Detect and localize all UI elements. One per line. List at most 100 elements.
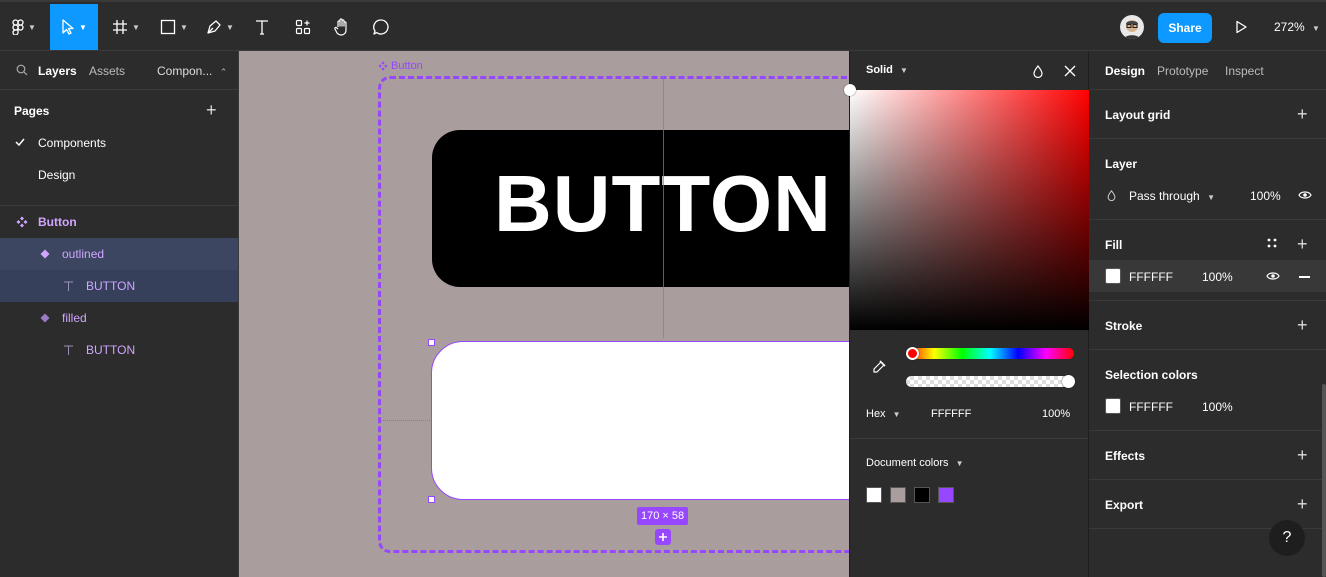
right-panel: Design Prototype Inspect Layout grid + L… (1089, 51, 1326, 577)
search-icon[interactable] (16, 64, 28, 76)
tab-layers[interactable]: Layers (38, 64, 77, 78)
tab-inspect[interactable]: Inspect (1225, 64, 1264, 78)
pages-title: Pages (14, 104, 50, 118)
eyedropper-icon[interactable] (872, 360, 886, 374)
blend-mode-dropdown[interactable]: Pass through ▼ (1129, 189, 1215, 203)
selection-colors-title: Selection colors (1105, 368, 1198, 382)
canvas[interactable]: Button BUTTON 170 × 58 (239, 51, 849, 577)
layer-row-text[interactable]: BUTTON (0, 270, 238, 302)
color-handle[interactable] (844, 84, 856, 96)
filled-button[interactable] (431, 341, 849, 500)
resize-handle[interactable] (428, 496, 435, 503)
hex-input[interactable]: FFFFFF (931, 408, 971, 420)
share-button[interactable]: Share (1158, 13, 1212, 43)
layer-row-button[interactable]: Button (0, 206, 238, 238)
add-page-icon[interactable]: + (206, 101, 217, 119)
comment-tool-button[interactable] (364, 4, 398, 50)
fill-type-label: Solid (866, 64, 893, 76)
text-icon (256, 20, 268, 35)
guide-horizontal (381, 420, 432, 421)
tab-design[interactable]: Design (1105, 64, 1145, 78)
resources-button[interactable] (286, 4, 320, 50)
add-export-icon[interactable]: + (1297, 495, 1308, 513)
close-icon[interactable] (1064, 65, 1076, 77)
variant-icon (40, 313, 50, 323)
blend-drop-icon (1107, 190, 1116, 201)
blend-drop-icon[interactable] (1033, 65, 1043, 78)
layout-grid-title: Layout grid (1105, 108, 1171, 122)
remove-fill-icon[interactable] (1299, 276, 1310, 278)
opacity-slider[interactable] (906, 376, 1074, 387)
stroke-title: Stroke (1105, 319, 1143, 333)
divider (1089, 89, 1326, 90)
zoom-dropdown[interactable]: 272% ▼ (1274, 20, 1320, 34)
outlined-button[interactable]: BUTTON (432, 130, 849, 287)
styles-grid-icon[interactable] (1267, 238, 1277, 248)
layer-label: filled (62, 311, 87, 325)
selection-color-swatch[interactable] (1105, 398, 1121, 414)
shape-tool-button[interactable]: ▼ (154, 4, 194, 50)
hand-tool-button[interactable] (326, 4, 358, 50)
user-avatar-icon (1120, 15, 1144, 39)
move-tool-button[interactable]: ▼ (50, 4, 98, 50)
present-button[interactable] (1226, 4, 1256, 50)
eye-icon[interactable] (1298, 190, 1312, 200)
divider (1089, 300, 1326, 301)
main-menu-button[interactable]: ▼ (6, 4, 42, 50)
chevron-down-icon: ▼ (892, 410, 901, 419)
divider (1089, 138, 1326, 139)
frame-tool-button[interactable]: ▼ (106, 4, 146, 50)
page-switcher[interactable]: Compon... ⌃ (157, 64, 227, 78)
add-stroke-icon[interactable]: + (1297, 316, 1308, 334)
opacity-input[interactable]: 100% (1042, 408, 1070, 420)
help-button[interactable]: ? (1269, 520, 1305, 556)
pen-tool-button[interactable]: ▼ (200, 4, 240, 50)
resize-handle[interactable] (428, 339, 435, 346)
document-color-swatch[interactable] (866, 487, 882, 503)
frame-label[interactable]: Button (378, 60, 423, 72)
eye-icon[interactable] (1266, 271, 1280, 281)
checkmark-icon (15, 138, 25, 146)
selection-hex-input[interactable]: FFFFFF (1129, 400, 1173, 414)
layer-opacity-input[interactable]: 100% (1250, 189, 1281, 203)
size-badge: 170 × 58 (637, 507, 689, 525)
frame-icon (113, 20, 128, 34)
effects-title: Effects (1105, 449, 1146, 463)
left-panel: Layers Assets Compon... ⌃ Pages + Compon… (0, 51, 239, 577)
layer-row-outlined[interactable]: outlined (0, 238, 238, 270)
color-library-dropdown[interactable]: Document colors ▼ (866, 457, 964, 469)
tab-assets[interactable]: Assets (89, 64, 125, 78)
document-color-swatch[interactable] (914, 487, 930, 503)
saturation-value-field[interactable] (850, 90, 1090, 330)
add-variant-button[interactable] (655, 529, 671, 545)
page-switcher-label: Compon... (157, 64, 213, 78)
layer-row-text[interactable]: BUTTON (0, 334, 238, 366)
opacity-handle[interactable] (1062, 375, 1075, 388)
fill-type-dropdown[interactable]: Solid ▼ (866, 64, 908, 76)
chevron-down-icon: ▼ (1207, 193, 1215, 202)
hue-handle[interactable] (906, 347, 919, 360)
add-layout-grid-icon[interactable]: + (1297, 105, 1308, 123)
text-tool-button[interactable] (246, 4, 278, 50)
rectangle-icon (160, 19, 176, 35)
page-item-design[interactable]: Design (38, 168, 75, 182)
chevron-down-icon: ▼ (132, 22, 140, 32)
fill-swatch[interactable] (1105, 268, 1121, 284)
document-color-swatch[interactable] (890, 487, 906, 503)
layer-row-filled[interactable]: filled (0, 302, 238, 334)
text-layer-icon (64, 281, 73, 291)
hue-slider[interactable] (906, 348, 1074, 359)
page-item-components[interactable]: Components (38, 136, 106, 150)
fill-hex-input[interactable]: FFFFFF (1129, 270, 1173, 284)
tab-prototype[interactable]: Prototype (1157, 64, 1208, 78)
avatar[interactable] (1120, 15, 1144, 39)
chevron-down-icon: ▼ (899, 66, 908, 75)
document-color-swatch[interactable] (938, 487, 954, 503)
fill-opacity-input[interactable]: 100% (1202, 270, 1233, 284)
color-format-dropdown[interactable]: Hex ▼ (866, 408, 901, 420)
add-fill-icon[interactable]: + (1297, 235, 1308, 253)
comment-icon (373, 19, 389, 35)
selection-opacity-input[interactable]: 100% (1202, 400, 1233, 414)
add-effect-icon[interactable]: + (1297, 446, 1308, 464)
scrollbar[interactable] (1322, 384, 1326, 577)
